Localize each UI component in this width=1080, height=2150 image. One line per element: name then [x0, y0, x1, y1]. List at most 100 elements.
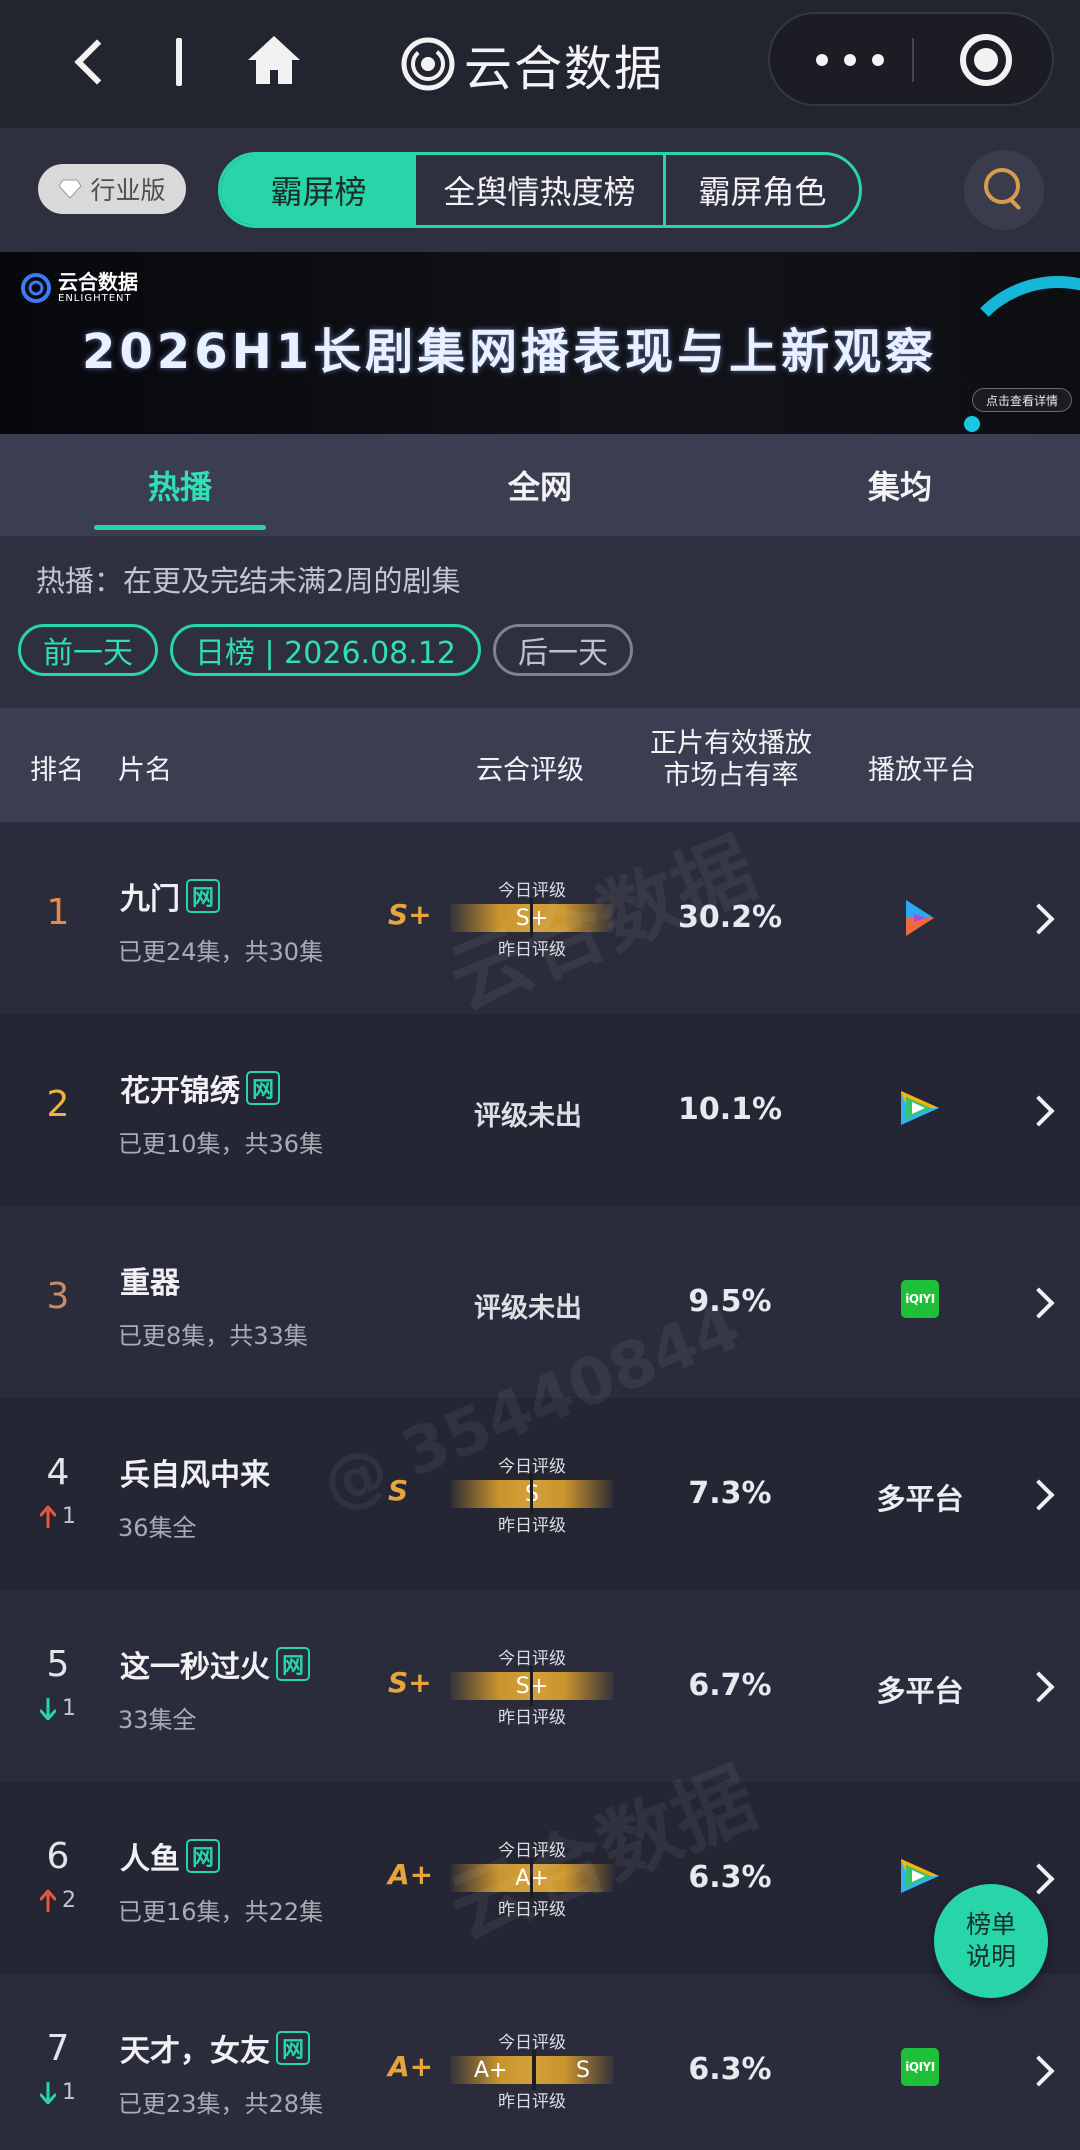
header-share-line2: 市场占有率 [663, 760, 799, 791]
platform-cell: 多平台 [862, 1668, 978, 1710]
chevron-right-icon[interactable] [1023, 1287, 1055, 1319]
banner-logo-en: ENLIGHTENT [58, 293, 132, 304]
prev-day-button[interactable]: 前一天 [18, 624, 158, 676]
float-button-line2: 说明 [965, 1942, 1016, 1971]
arrow-down-icon [40, 1697, 56, 1720]
drama-title[interactable]: 兵自风中来 [120, 1450, 270, 1494]
tab-all-network[interactable]: 全网 [360, 434, 720, 536]
chevron-right-icon[interactable] [1023, 2055, 1055, 2087]
home-icon[interactable] [244, 30, 304, 90]
rank-change-value: 1 [62, 1504, 76, 1529]
drama-title[interactable]: 九门网 [120, 874, 220, 918]
platform-cell [862, 1856, 978, 1896]
grade-bar: S+ [450, 898, 614, 938]
more-icon[interactable] [810, 38, 890, 82]
yesterday-grade-label: 昨日评级 [498, 2092, 566, 2112]
platform-cell: iQIYI [862, 1280, 978, 1318]
platform-cell [862, 896, 978, 940]
episode-info: 已更23集，共28集 [118, 2090, 324, 2118]
platform-cell: iQIYI [862, 2048, 978, 2086]
table-row[interactable]: 51这一秒过火网33集全S+今日评级S+昨日评级6.7%多平台 [0, 1590, 1080, 1782]
grade-comparison: 今日评级S+昨日评级 [450, 876, 614, 960]
table-row[interactable]: 62人鱼网已更16集，共22集A+今日评级A+昨日评级6.3% [0, 1782, 1080, 1974]
web-drama-tag: 网 [186, 879, 220, 913]
chevron-right-icon[interactable] [1023, 903, 1055, 935]
close-miniprogram-icon[interactable] [960, 34, 1012, 86]
drama-title[interactable]: 这一秒过火网 [120, 1642, 310, 1686]
grade-bar-marker [530, 1858, 533, 1898]
header-share-line1: 正片有效播放 [650, 728, 812, 759]
capsule-divider [912, 38, 914, 82]
header-grade: 云合评级 [476, 755, 584, 786]
drama-title-text: 人鱼 [120, 1842, 180, 1877]
table-row[interactable]: 41兵自风中来36集全S今日评级S昨日评级7.3%多平台 [0, 1398, 1080, 1590]
grade-comparison: 今日评级A+昨日评级 [450, 1836, 614, 1920]
iqiyi-icon: iQIYI [901, 1280, 939, 1318]
header-market-share: 正片有效播放 市场占有率 [650, 728, 812, 792]
yunhe-logo-icon [21, 273, 51, 303]
header-title: 片名 [118, 755, 172, 786]
search-icon[interactable] [964, 150, 1044, 230]
market-share: 6.3% [688, 2052, 772, 2087]
grade-bar: S [450, 1474, 614, 1514]
drama-title[interactable]: 天才，女友网 [120, 2026, 310, 2070]
table-row[interactable]: 3 重器 已更8集，共33集 评级未出 9.5% iQIYI [0, 1206, 1080, 1398]
segment-dominance-ranking[interactable]: 霸屏榜 [221, 155, 416, 225]
table-row[interactable]: 7 1 天才，女友网已更23集，共28集 A+ 今日评级 A+ S 昨日评级 6.3% iQIYI [0, 1974, 1080, 2150]
grade-bar-marker [530, 898, 533, 938]
drama-title-text: 兵自风中来 [120, 1458, 270, 1493]
grade-bar: A+ [450, 1858, 614, 1898]
market-share: 7.3% [688, 1476, 772, 1511]
tab-hot[interactable]: 热播 [0, 434, 360, 536]
rank-change: 1 [40, 1696, 76, 1721]
grade-value: S [388, 1474, 409, 1507]
segment-sentiment-ranking[interactable]: 全舆情热度榜 [416, 155, 666, 225]
promo-banner[interactable]: 云合数据 ENLIGHTENT 2026H1长剧集网播表现与上新观察 点击查看详… [0, 252, 1080, 434]
arrow-down-icon [40, 2081, 56, 2104]
drama-title[interactable]: 重器 [120, 1258, 180, 1302]
drama-title[interactable]: 花开锦绣网 [120, 1066, 280, 1110]
industry-edition-badge[interactable]: 行业版 [38, 164, 186, 214]
rank-number: 2 [46, 1084, 70, 1125]
nav-title-group: 云合数据 [400, 24, 664, 104]
table-header: 排名 片名 云合评级 正片有效播放 市场占有率 播放平台 [0, 708, 1080, 822]
table-row[interactable]: 1九门网已更24集，共30集S+今日评级S+昨日评级30.2% [0, 822, 1080, 1014]
next-day-button[interactable]: 后一天 [492, 624, 633, 676]
rank-number: 3 [46, 1276, 70, 1317]
banner-logo: 云合数据 ENLIGHTENT [20, 272, 138, 304]
drama-title[interactable]: 人鱼网 [120, 1834, 220, 1878]
chevron-right-icon[interactable] [1023, 1863, 1055, 1895]
segment-dominance-roles[interactable]: 霸屏角色 [666, 155, 859, 225]
edition-label: 行业版 [90, 176, 166, 205]
market-share: 30.2% [677, 900, 783, 935]
yunhe-logo-icon [401, 37, 455, 91]
filter-area: 热播：在更及完结未满2周的剧集 前一天 日榜 | 2026.08.12 后一天 [0, 536, 1080, 708]
chevron-right-icon[interactable] [1023, 1671, 1055, 1703]
grade-bar: S+ [450, 1666, 614, 1706]
header-rank: 排名 [30, 755, 84, 786]
back-icon[interactable] [62, 34, 118, 90]
ranking-explanation-button[interactable]: 榜单 说明 [934, 1884, 1048, 1998]
date-selector[interactable]: 日榜 | 2026.08.12 [170, 624, 481, 676]
rank-change: 1 [40, 2080, 76, 2105]
market-share: 10.1% [677, 1092, 783, 1127]
episode-info: 已更24集，共30集 [118, 938, 324, 966]
banner-detail-button[interactable]: 点击查看详情 [972, 388, 1072, 412]
iqiyi-icon: iQIYI [901, 2048, 939, 2086]
grade-comparison: 今日评级 A+ S 昨日评级 [450, 2028, 614, 2112]
chevron-right-icon[interactable] [1023, 1479, 1055, 1511]
drama-title-text: 天才，女友 [120, 2034, 270, 2069]
tab-per-episode[interactable]: 集均 [720, 434, 1080, 536]
miniprogram-capsule [768, 12, 1054, 106]
grade-value: A+ [388, 1858, 434, 1891]
rank-change-value: 1 [62, 1696, 76, 1721]
youku-icon [906, 900, 934, 936]
table-row[interactable]: 2 花开锦绣网已更10集，共36集 评级未出 10.1% [0, 1014, 1080, 1206]
banner-logo-cn: 云合数据 [58, 270, 138, 294]
ranking-tabs: 热播 全网 集均 [0, 434, 1080, 536]
chevron-right-icon[interactable] [1023, 1095, 1055, 1127]
banner-title: 2026H1长剧集网播表现与上新观察 [82, 324, 938, 380]
rank-number: 5 [46, 1644, 70, 1685]
rank-number: 7 [46, 2028, 70, 2069]
web-drama-tag: 网 [246, 1071, 280, 1105]
